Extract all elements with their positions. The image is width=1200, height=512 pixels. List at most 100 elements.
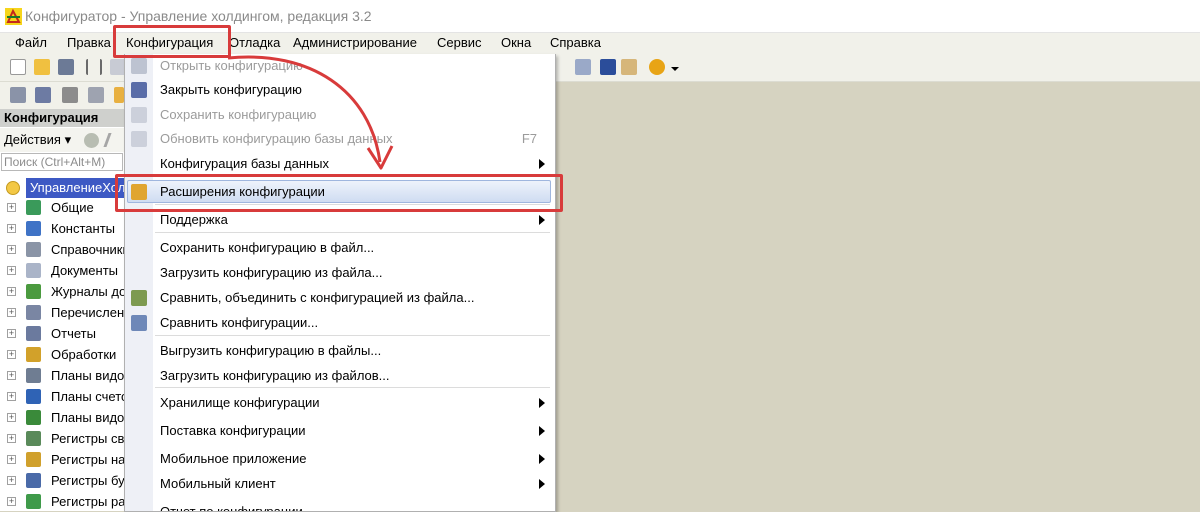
menu-item-icon <box>131 315 147 331</box>
expand-icon[interactable]: + <box>7 224 16 233</box>
tree-item[interactable]: + Журналы документов <box>0 282 182 302</box>
tree-tool-icon[interactable] <box>10 87 26 103</box>
open-folder-icon[interactable] <box>34 59 50 75</box>
submenu-arrow-icon <box>539 479 545 489</box>
menu-item[interactable]: Хранилище конфигурации <box>125 391 555 415</box>
menu-item[interactable]: Отчет по конфигурации... <box>125 500 555 511</box>
tree-item-label: Отчеты <box>51 326 96 341</box>
panel-actions-bar: Действия ▾ <box>0 128 124 152</box>
tree-item-label: Справочники <box>51 242 130 257</box>
menu-item-label: Мобильное приложение <box>160 451 307 466</box>
menu-service[interactable]: Сервис <box>437 35 482 50</box>
menu-item-label: Мобильный клиент <box>160 476 276 491</box>
menu-item[interactable]: Загрузить конфигурацию из файла... <box>125 261 555 285</box>
expand-icon[interactable]: + <box>7 497 16 506</box>
menu-item-icon <box>131 107 147 123</box>
tree-item[interactable]: + Документы <box>0 261 124 281</box>
panel-header: Конфигурация <box>0 109 124 127</box>
tree-item[interactable]: + Обработки <box>0 345 124 365</box>
add-icon[interactable] <box>84 133 99 148</box>
expand-icon[interactable]: + <box>7 329 16 338</box>
constants-icon <box>26 221 41 236</box>
menu-item[interactable]: Загрузить конфигурацию из файлов... <box>125 364 555 388</box>
menu-item[interactable]: Мобильный клиент <box>125 472 555 496</box>
processing-icon <box>26 347 41 362</box>
syntax-helper-icon[interactable] <box>600 59 616 75</box>
menu-item-label: Загрузить конфигурацию из файлов... <box>160 368 390 383</box>
edit-icon[interactable] <box>103 133 124 147</box>
common-icon <box>26 200 41 215</box>
expand-icon[interactable]: + <box>7 308 16 317</box>
configuration-root-icon <box>6 181 20 195</box>
submenu-arrow-icon <box>539 398 545 408</box>
expand-icon[interactable]: + <box>7 392 16 401</box>
search-field[interactable] <box>1 153 123 171</box>
menu-help[interactable]: Справка <box>550 35 601 50</box>
menu-separator <box>155 232 550 233</box>
actions-dropdown[interactable]: Действия ▾ <box>4 132 71 148</box>
print-icon[interactable] <box>575 59 591 75</box>
expand-icon[interactable]: + <box>7 266 16 275</box>
expand-icon[interactable]: + <box>7 455 16 464</box>
catalogs-icon <box>26 242 41 257</box>
database-icon[interactable] <box>62 87 78 103</box>
expand-icon[interactable]: + <box>7 434 16 443</box>
menu-item[interactable]: Поставка конфигурации <box>125 419 555 443</box>
tree-item[interactable]: +Планы видов характеристик <box>0 366 222 386</box>
cut-icon[interactable] <box>86 59 102 75</box>
app-logo-icon <box>5 8 22 25</box>
menu-item[interactable]: Сравнить, объединить с конфигурацией из … <box>125 286 555 310</box>
menu-item-icon <box>131 82 147 98</box>
expand-icon[interactable]: + <box>7 287 16 296</box>
annotation-item-box <box>115 174 563 212</box>
tree-item[interactable]: + Планы видов расчета <box>0 408 182 428</box>
menu-item-label: Сравнить конфигурации... <box>160 315 319 330</box>
window-title: Конфигуратор - Управление холдингом, ред… <box>25 8 372 24</box>
accum-registers-icon <box>26 452 41 467</box>
tree-item-label: Документы <box>51 263 119 278</box>
expand-icon[interactable]: + <box>7 413 16 422</box>
tree-item-label: Обработки <box>51 347 117 362</box>
tree-item[interactable]: + Константы <box>0 219 124 239</box>
accounts-icon <box>26 389 41 404</box>
new-file-icon[interactable] <box>10 59 26 75</box>
save-icon[interactable] <box>58 59 74 75</box>
tree-item[interactable]: + Общие <box>0 198 124 218</box>
expand-icon[interactable]: + <box>7 371 16 380</box>
tree-item[interactable]: + Планы счетов <box>0 387 135 407</box>
menu-separator <box>155 335 550 336</box>
search-input[interactable] <box>4 155 122 169</box>
dialog-tool-icon[interactable] <box>35 87 51 103</box>
expand-icon[interactable]: + <box>7 350 16 359</box>
tree-item[interactable]: + Перечисления <box>0 303 138 323</box>
menu-item[interactable]: Сравнить конфигурации... <box>125 311 555 335</box>
expand-icon[interactable]: + <box>7 245 16 254</box>
expand-icon[interactable]: + <box>7 476 16 485</box>
menu-item-shortcut: F7 <box>521 131 537 146</box>
tree-item-label: Константы <box>51 221 115 236</box>
info-icon[interactable] <box>649 59 665 75</box>
annotation-arrow-icon <box>227 55 394 170</box>
menu-item-icon <box>131 290 147 306</box>
tree-item[interactable]: + Регистры расчета <box>0 492 158 512</box>
tree-root[interactable]: УправлениеХолдингом <box>0 178 168 198</box>
journals-icon <box>26 284 41 299</box>
tree-item-label: Планы счетов <box>51 389 136 404</box>
search-icon[interactable] <box>621 59 637 75</box>
tree-item[interactable]: + Отчеты <box>0 324 124 344</box>
tool-icon[interactable] <box>114 87 124 103</box>
info-dropdown-chevron-icon[interactable] <box>671 67 679 71</box>
tree-item[interactable]: + Справочники <box>0 240 130 260</box>
tree-item[interactable]: + Регистры бухгалтерии <box>0 471 185 491</box>
expand-icon[interactable]: + <box>7 203 16 212</box>
configuration-tree-panel: Конфигурация Действия ▾ УправлениеХолдин… <box>0 82 222 512</box>
menu-edit[interactable]: Правка <box>67 35 111 50</box>
tree-item[interactable]: + Регистры сведений <box>0 429 168 449</box>
menu-item[interactable]: Выгрузить конфигурацию в файлы... <box>125 339 555 363</box>
table-icon[interactable] <box>88 87 104 103</box>
menu-file[interactable]: Файл <box>15 35 47 50</box>
menu-windows[interactable]: Окна <box>501 35 531 50</box>
menu-item[interactable]: Сохранить конфигурацию в файл... <box>125 236 555 260</box>
menu-item[interactable]: Мобильное приложение <box>125 447 555 471</box>
tree-item[interactable]: + Регистры накопления <box>0 450 182 470</box>
